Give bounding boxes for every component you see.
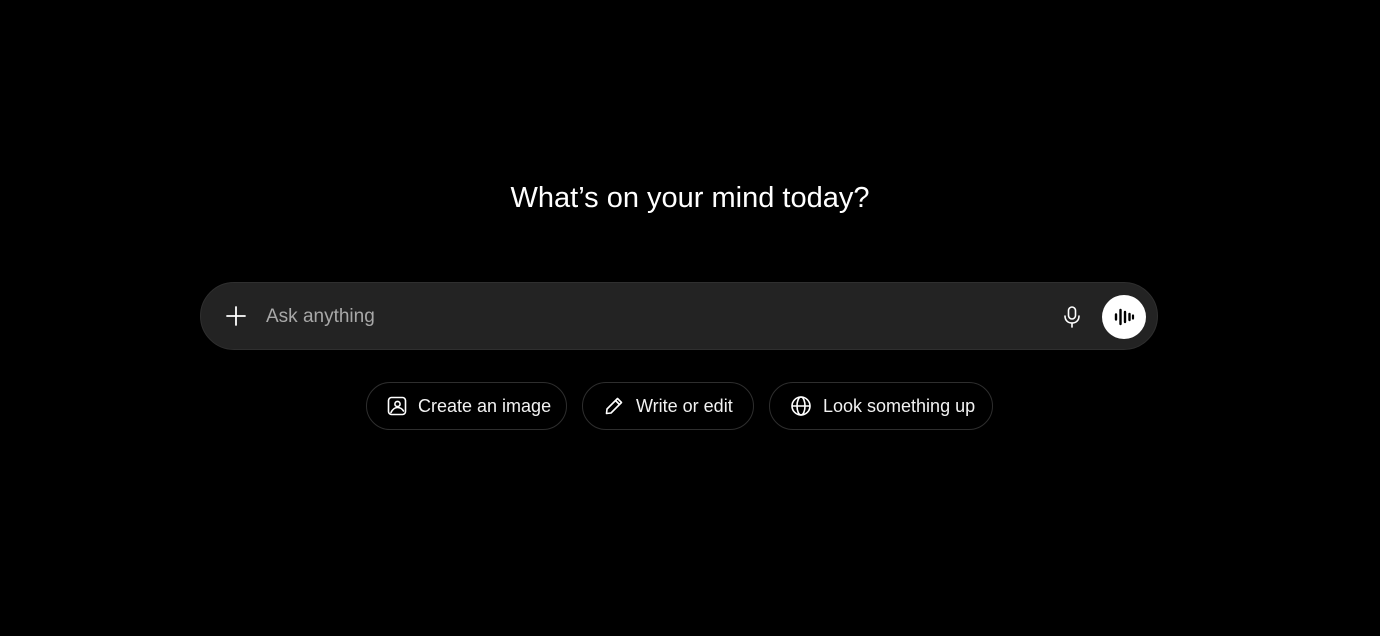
- pencil-icon: [603, 395, 625, 417]
- microphone-icon: [1064, 306, 1080, 328]
- look-something-up-label: Look something up: [823, 395, 976, 416]
- page-title: What’s on your mind today?: [510, 182, 870, 214]
- suggestion-chips: Create an image Write or edit Look somet…: [0, 382, 1380, 432]
- attach-button[interactable]: [220, 300, 252, 332]
- image-icon: [387, 395, 407, 417]
- prompt-input[interactable]: [266, 301, 1026, 333]
- create-image-label: Create an image: [418, 395, 552, 416]
- chat-home-page: What’s on your mind today? Ask anything …: [0, 0, 1380, 636]
- write-or-edit-label: Write or edit: [636, 395, 733, 416]
- plus-icon: [226, 306, 246, 326]
- look-something-up-button[interactable]: Look something up: [769, 382, 993, 430]
- dictate-button[interactable]: [1056, 301, 1088, 333]
- voice-mode-button[interactable]: [1102, 295, 1146, 339]
- sound-wave-icon: [1114, 308, 1135, 326]
- prompt-composer: [200, 282, 1158, 350]
- create-image-button[interactable]: Create an image: [366, 382, 567, 430]
- globe-icon: [790, 395, 812, 417]
- write-or-edit-button[interactable]: Write or edit: [582, 382, 754, 430]
